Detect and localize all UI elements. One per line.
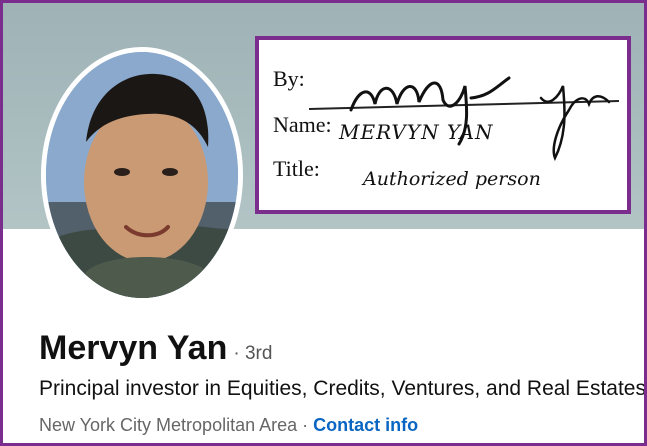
signature-title-value: Authorized person: [363, 168, 541, 190]
location-separator: ·: [302, 415, 309, 435]
contact-info-link[interactable]: Contact info: [313, 415, 418, 435]
signature-name-value: MERVYN YAN: [339, 120, 494, 144]
signature-block: By: Name: Title: MERVYN YAN Authorized p…: [255, 36, 631, 214]
location-row: New York City Metropolitan Area · Contac…: [39, 415, 418, 436]
by-label: By:: [273, 66, 305, 91]
name-row: Mervyn Yan · 3rd: [39, 329, 272, 368]
signature-mark: [349, 76, 611, 162]
profile-headline: Principal investor in Equities, Credits,…: [39, 377, 646, 400]
profile-location: New York City Metropolitan Area: [39, 415, 298, 435]
profile-card: By: Name: Title: MERVYN YAN Authorized p…: [0, 0, 647, 446]
connection-degree: · 3rd: [233, 343, 273, 364]
profile-name: Mervyn Yan: [39, 329, 228, 367]
title-label: Title:: [273, 156, 320, 181]
profile-photo-icon: [46, 52, 238, 298]
avatar[interactable]: [41, 47, 243, 303]
